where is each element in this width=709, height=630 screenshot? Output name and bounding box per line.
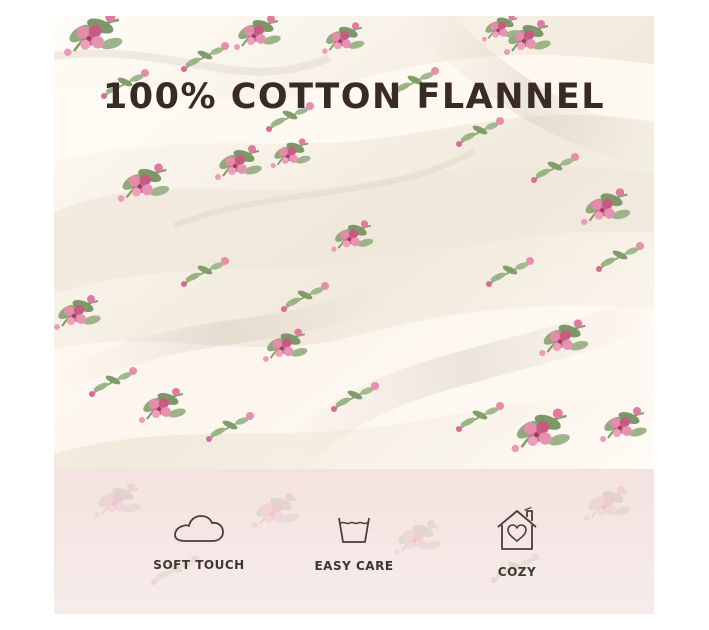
floral-flannel-image: 100% COTTON FLANNEL	[54, 16, 654, 469]
washing-icon	[338, 517, 370, 543]
feature-label-cozy: COZY	[497, 565, 537, 579]
feature-label-easy-care: EASY CARE	[314, 559, 394, 573]
page-title: 100% COTTON FLANNEL	[102, 77, 606, 117]
home-heart-icon	[497, 507, 537, 550]
feature-band: SOFT TOUCH EASY CARE COZY	[54, 469, 654, 614]
feature-easy-care: EASY CARE	[284, 513, 424, 572]
product-feature-card: 100% COTTON FLANNEL SOFT TOUCH EASY CARE	[54, 16, 654, 614]
feature-label-soft-touch: SOFT TOUCH	[153, 558, 245, 572]
feature-cozy: COZY	[447, 507, 587, 578]
feature-soft-touch: SOFT TOUCH	[129, 514, 269, 571]
cloud-icon	[174, 515, 224, 542]
